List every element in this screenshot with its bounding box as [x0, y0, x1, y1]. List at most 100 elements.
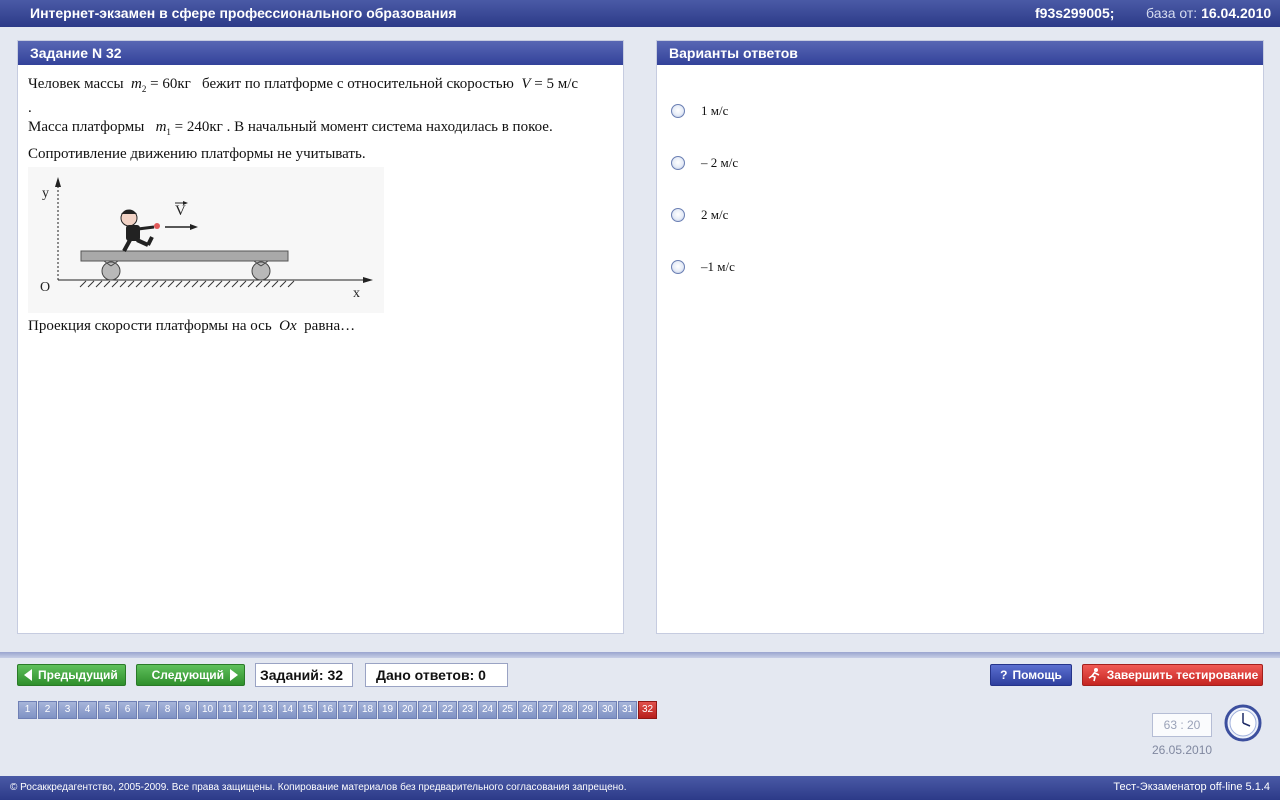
- answer-option-1[interactable]: 1 м/с: [671, 85, 1263, 137]
- task-nav-item-18[interactable]: 18: [358, 701, 377, 719]
- title-bar: Интернет-экзамен в сфере профессионально…: [0, 0, 1280, 27]
- mass-value-m2: = 60кг: [150, 76, 191, 92]
- task-line-2: Масса платформы m1 = 240кг . В начальный…: [28, 116, 613, 143]
- task-nav-item-3[interactable]: 3: [58, 701, 77, 719]
- text-fragment: Человек массы: [28, 76, 124, 92]
- task-nav-item-15[interactable]: 15: [298, 701, 317, 719]
- task-nav-item-16[interactable]: 16: [318, 701, 337, 719]
- answer-label: –1 м/с: [701, 259, 735, 274]
- task-figure: y x O V: [28, 167, 613, 313]
- task-nav-item-27[interactable]: 27: [538, 701, 557, 719]
- next-button[interactable]: Следующий: [136, 664, 245, 686]
- arrow-left-icon: [24, 669, 32, 681]
- task-nav-item-25[interactable]: 25: [498, 701, 517, 719]
- wheel-right: [251, 261, 271, 281]
- wheel-left: [101, 261, 121, 281]
- radio-button[interactable]: [671, 156, 685, 170]
- finish-test-button[interactable]: Завершить тестирование: [1082, 664, 1263, 686]
- task-nav-item-14[interactable]: 14: [278, 701, 297, 719]
- previous-button-label: Предыдущий: [38, 668, 118, 682]
- mass-symbol-m1: m: [155, 119, 167, 135]
- clock-icon: [1224, 704, 1262, 742]
- task-nav-item-11[interactable]: 11: [218, 701, 237, 719]
- version-text: Тест-Экзаменатор off-line 5.1.4: [1113, 781, 1270, 793]
- axis-symbol: Ox: [279, 318, 297, 334]
- task-nav-item-17[interactable]: 17: [338, 701, 357, 719]
- answer-option-3[interactable]: 2 м/с: [671, 189, 1263, 241]
- tasks-counter: Заданий: 32: [255, 663, 353, 687]
- arrow-right-icon: [230, 669, 238, 681]
- task-nav-item-30[interactable]: 30: [598, 701, 617, 719]
- database-date: база от: 16.04.2010: [1146, 5, 1271, 21]
- y-axis-label: y: [42, 186, 49, 201]
- text-fragment: Масса платформы: [28, 119, 145, 135]
- next-button-label: Следующий: [151, 668, 224, 682]
- mass-subscript: 1: [166, 127, 171, 137]
- answer-label: – 2 м/с: [701, 155, 739, 170]
- task-nav-item-1[interactable]: 1: [18, 701, 37, 719]
- footer-bar: © Росаккредагентство, 2005-2009. Все пра…: [0, 776, 1280, 800]
- task-nav-item-32[interactable]: 32: [638, 701, 657, 719]
- ground-hatching: [79, 280, 295, 288]
- help-icon: ?: [1000, 668, 1008, 682]
- task-nav-item-12[interactable]: 12: [238, 701, 257, 719]
- help-button[interactable]: ? Помощь: [990, 664, 1072, 686]
- previous-button[interactable]: Предыдущий: [17, 664, 126, 686]
- task-nav-item-9[interactable]: 9: [178, 701, 197, 719]
- task-nav-item-26[interactable]: 26: [518, 701, 537, 719]
- radio-button[interactable]: [671, 104, 685, 118]
- text-fragment: равна…: [304, 318, 356, 334]
- mass-value-m1: = 240кг: [174, 119, 223, 135]
- answer-option-4[interactable]: –1 м/с: [671, 241, 1263, 293]
- task-nav-item-13[interactable]: 13: [258, 701, 277, 719]
- separator-band: [0, 652, 1280, 658]
- answers-counter: Дано ответов: 0: [365, 663, 508, 687]
- velocity-vector-label: V: [175, 203, 186, 219]
- task-line-1: Человек массы m2 = 60кг бежит по платфор…: [28, 73, 613, 100]
- task-nav-item-28[interactable]: 28: [558, 701, 577, 719]
- answer-options: 1 м/с – 2 м/с 2 м/с –1 м/с: [657, 65, 1263, 293]
- answers-panel: Варианты ответов 1 м/с – 2 м/с 2 м/с –1 …: [656, 40, 1264, 634]
- task-line-3: Сопротивление движению платформы не учит…: [28, 146, 366, 162]
- database-date-value: 16.04.2010: [1201, 5, 1272, 21]
- task-nav-item-4[interactable]: 4: [78, 701, 97, 719]
- answer-label: 2 м/с: [701, 207, 729, 222]
- text-fragment: бежит по платформе с относительной скоро…: [202, 76, 514, 92]
- running-man: [120, 209, 160, 252]
- radio-button[interactable]: [671, 208, 685, 222]
- task-nav-item-23[interactable]: 23: [458, 701, 477, 719]
- task-nav-item-6[interactable]: 6: [118, 701, 137, 719]
- mass-subscript: 2: [141, 84, 147, 94]
- text-fragment: . В начальный момент система находилась …: [226, 119, 553, 135]
- runner-icon: [1088, 668, 1100, 682]
- answer-option-2[interactable]: – 2 м/с: [671, 137, 1263, 189]
- task-nav-item-24[interactable]: 24: [478, 701, 497, 719]
- task-text: Человек массы m 2 = 60кг бежит по платфор…: [18, 65, 623, 345]
- session-code: f93s299005;: [1035, 5, 1115, 21]
- answer-label: 1 м/с: [701, 103, 729, 118]
- task-nav-item-20[interactable]: 20: [398, 701, 417, 719]
- copyright-text: © Росаккредагентство, 2005-2009. Все пра…: [10, 782, 627, 793]
- task-nav-item-31[interactable]: 31: [618, 701, 637, 719]
- platform-diagram: y x O V: [28, 167, 384, 313]
- task-nav-item-29[interactable]: 29: [578, 701, 597, 719]
- text-fragment: Проекция скорости платформы на ось: [28, 318, 272, 334]
- task-nav-item-8[interactable]: 8: [158, 701, 177, 719]
- task-nav-item-22[interactable]: 22: [438, 701, 457, 719]
- platform: [80, 250, 289, 262]
- task-nav-item-5[interactable]: 5: [98, 701, 117, 719]
- database-date-prefix: база от:: [1146, 5, 1198, 21]
- task-nav-item-21[interactable]: 21: [418, 701, 437, 719]
- timer-display: 63 : 20: [1152, 713, 1212, 737]
- origin-label: O: [40, 280, 50, 295]
- radio-button[interactable]: [671, 260, 685, 274]
- help-button-label: Помощь: [1012, 668, 1062, 682]
- task-navigator: 1 2 3 4 5 6 7 8 9 10 11 12 13 14 15 16 17 18 19 20 21 22 23 24 2…: [18, 701, 658, 719]
- answers-heading: Варианты ответов: [657, 41, 1263, 65]
- task-nav-item-19[interactable]: 19: [378, 701, 397, 719]
- task-panel: Задание N 32 Человек массы m2 = 60кг беж…: [17, 40, 624, 634]
- task-nav-item-10[interactable]: 10: [198, 701, 217, 719]
- task-nav-item-7[interactable]: 7: [138, 701, 157, 719]
- x-axis-label: x: [353, 286, 360, 301]
- task-nav-item-2[interactable]: 2: [38, 701, 57, 719]
